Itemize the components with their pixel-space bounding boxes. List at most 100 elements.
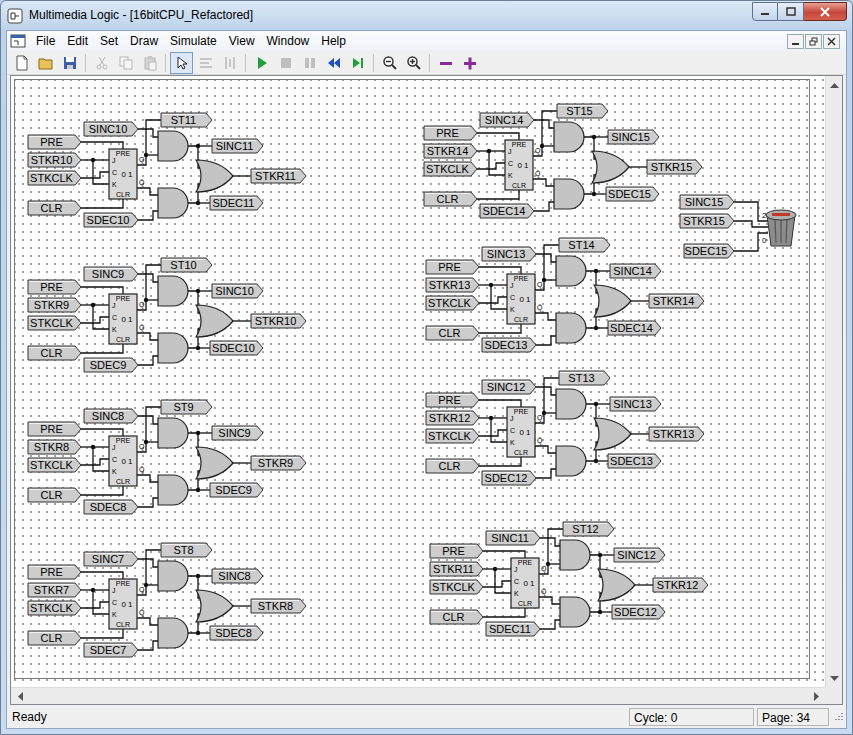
and-gate[interactable] [560,597,590,627]
trash-bin-icon[interactable] [766,210,796,246]
output-connector[interactable]: SDEC15 [606,187,659,201]
or-gate[interactable] [196,160,233,192]
input-connector[interactable]: PRE [426,393,479,407]
input-connector[interactable]: STKR9 [28,298,81,312]
input-connector[interactable]: PRE [430,544,483,558]
toolbar-button[interactable] [298,52,321,74]
input-connector[interactable]: STKR8 [28,440,81,454]
output-connector[interactable]: STKR12 [653,578,708,592]
output-connector[interactable]: SINC8 [212,569,263,583]
output-connector[interactable]: ST12 [563,522,614,536]
input-connector[interactable]: STKCLK [28,171,81,185]
output-connector[interactable]: SDEC8 [210,626,263,640]
toolbar-button[interactable] [378,52,401,74]
input-connector[interactable]: SDEC10 [84,213,138,227]
output-connector[interactable]: SINC10 [212,284,263,298]
jk-flipflop[interactable]: PRECLRJCK0 1 [109,149,137,199]
output-connector[interactable]: SDEC12 [612,605,665,619]
toolbar-button[interactable] [402,52,425,74]
and-gate[interactable] [560,540,590,570]
output-connector[interactable]: ST11 [161,113,212,127]
and-gate[interactable] [158,418,188,448]
input-connector[interactable]: STKCLK [28,458,81,472]
menu-item[interactable]: Set [94,31,124,51]
input-connector[interactable]: STKCLK [426,429,479,443]
input-connector[interactable]: STKCLK [28,601,81,615]
toolbar-button[interactable] [250,52,273,74]
toolbar-button[interactable] [194,52,217,74]
menu-item[interactable]: File [30,31,61,51]
close-button[interactable] [804,2,847,21]
output-connector[interactable]: STKR10 [251,314,306,328]
toolbar-button[interactable] [322,52,345,74]
toolbar-button[interactable] [274,52,297,74]
menu-item[interactable]: View [223,31,261,51]
output-connector[interactable]: STKR9 [251,456,306,470]
output-connector[interactable]: SDEC10 [210,341,263,355]
jk-flipflop[interactable]: PRECLRJCK0 1 [109,294,137,344]
toolbar-button[interactable] [458,52,481,74]
input-connector[interactable]: CLR [430,610,483,624]
menu-item[interactable]: Draw [124,31,164,51]
input-connector[interactable]: PRE [424,126,477,140]
input-connector[interactable]: PRE [28,565,81,579]
input-connector[interactable]: STKR7 [28,583,81,597]
input-connector[interactable]: CLR [28,346,81,360]
and-gate[interactable] [158,618,188,648]
input-connector[interactable]: STKR14 [424,144,477,158]
output-connector[interactable]: SDEC9 [210,483,263,497]
and-gate[interactable] [158,333,188,363]
app-icon[interactable] [7,8,23,24]
and-gate[interactable] [556,446,586,476]
output-connector[interactable]: ST14 [559,238,610,252]
input-connector[interactable]: STKCLK [426,296,479,310]
and-gate[interactable] [158,276,188,306]
input-connector[interactable]: SDEC8 [84,500,138,514]
toolbar-button[interactable] [58,52,81,74]
output-connector[interactable]: SINC15 [608,130,659,144]
toolbar-button[interactable] [114,52,137,74]
scroll-right-button[interactable] [808,688,825,704]
minimize-button[interactable] [752,2,778,21]
maximize-button[interactable] [778,2,804,21]
jk-flipflop[interactable]: PRECLRJCK0 1 [507,274,535,324]
scroll-up-button[interactable] [826,76,842,93]
input-connector[interactable]: STKCLK [28,316,81,330]
input-connector[interactable]: PRE [28,135,81,149]
output-connector[interactable]: SINC9 [212,426,263,440]
output-connector[interactable]: STKR8 [251,599,306,613]
and-gate[interactable] [158,188,188,218]
output-connector[interactable]: ST15 [557,104,608,118]
input-connector[interactable]: STKCLK [424,162,477,176]
input-connector[interactable]: PRE [28,422,81,436]
input-connector[interactable]: PRE [426,260,479,274]
input-connector[interactable]: SDEC11 [486,622,540,636]
input-connector[interactable]: STKR13 [426,278,479,292]
toolbar-button[interactable] [34,52,57,74]
output-connector[interactable]: SINC12 [614,548,665,562]
or-gate[interactable] [196,305,233,337]
input-connector[interactable]: CLR [424,192,477,206]
or-gate[interactable] [196,590,233,622]
input-connector[interactable]: STKCLK [430,580,483,594]
input-connector[interactable]: CLR [28,201,81,215]
input-connector[interactable]: CLR [426,326,479,340]
menu-item[interactable]: Edit [61,31,94,51]
input-connector[interactable]: PRE [28,280,81,294]
jk-flipflop[interactable]: PRECLRJCK0 1 [511,558,539,608]
toolbar-button[interactable] [218,52,241,74]
scroll-left-button[interactable] [11,688,28,704]
title-bar[interactable]: Multimedia Logic - [16bitCPU_Refactored] [1,1,852,30]
input-connector[interactable]: SINC13 [482,247,536,261]
output-connector[interactable]: SDEC11 [210,196,263,210]
and-gate[interactable] [554,122,584,152]
mdi-minimize-button[interactable] [787,34,804,49]
menu-item[interactable]: Window [261,31,316,51]
toolbar-button[interactable] [138,52,161,74]
input-connector[interactable]: SINC15 [680,195,734,209]
jk-flipflop[interactable]: PRECLRJCK0 1 [507,407,535,457]
input-connector[interactable]: SINC11 [486,531,540,545]
input-connector[interactable]: CLR [28,631,81,645]
output-connector[interactable]: ST10 [161,258,212,272]
input-connector[interactable]: SDEC14 [480,204,534,218]
